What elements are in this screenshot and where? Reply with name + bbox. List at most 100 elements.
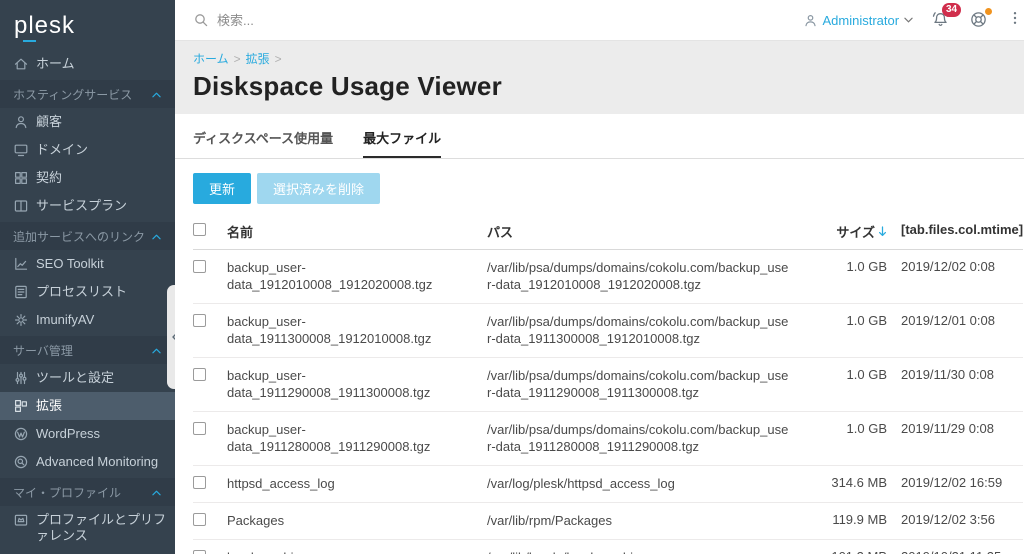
sidebar-item[interactable]: プロセスリスト [0, 278, 175, 306]
user-icon [803, 13, 818, 28]
sidebar-section-header[interactable]: 追加サービスへのリンク [0, 222, 175, 250]
sidebar-item[interactable]: ドメイン [0, 136, 175, 164]
help-notification-dot [985, 8, 992, 15]
page-header: ホーム>拡張> Diskspace Usage Viewer [175, 41, 1024, 114]
row-checkbox[interactable] [193, 260, 206, 273]
sidebar-item-label: ツールと設定 [36, 370, 114, 386]
row-checkbox[interactable] [193, 550, 206, 554]
file-name: backup_user-data_1912010008_1912020008.t… [227, 259, 487, 293]
select-all-checkbox[interactable] [193, 223, 206, 236]
page-title: Diskspace Usage Viewer [193, 71, 1023, 102]
column-header-path[interactable]: パス [487, 222, 807, 241]
topbar-actions: Administrator 34 [803, 10, 1024, 30]
sidebar-item[interactable]: プロファイルとプリファレンス [0, 506, 175, 550]
sidebar-item[interactable]: Advanced Monitoring [0, 448, 175, 476]
file-mtime: 2019/12/02 16:59 [887, 475, 1023, 490]
tab-diskspace-usage[interactable]: ディスクスペース使用量 [193, 128, 333, 158]
chevron-up-icon [152, 490, 161, 496]
sidebar-item-label: WordPress [36, 426, 100, 442]
delete-selected-button[interactable]: 選択済みを削除 [257, 173, 380, 204]
sidebar-section-header[interactable]: マイ・プロファイル [0, 478, 175, 506]
row-checkbox[interactable] [193, 513, 206, 526]
file-size: 1.0 GB [807, 367, 887, 382]
sidebar-nav: ホームホスティングサービス顧客ドメイン契約サービスプラン追加サービスへのリンク S… [0, 50, 175, 554]
sidebar-item[interactable]: WordPress [0, 420, 175, 448]
refresh-button[interactable]: 更新 [193, 173, 251, 204]
file-size: 1.0 GB [807, 313, 887, 328]
file-name: httpsd_access_log [227, 475, 487, 492]
sidebar-item-label: ホーム [36, 56, 75, 72]
sidebar-item[interactable]: 契約 [0, 164, 175, 192]
chevron-up-icon [152, 92, 161, 98]
column-header-name[interactable]: 名前 [227, 222, 487, 241]
service-plan-icon [13, 198, 29, 214]
breadcrumb-separator: > [234, 52, 241, 66]
sidebar-item-label: ドメイン [36, 142, 88, 158]
sidebar-item-label: ImunifyAV [36, 312, 94, 328]
wordpress-icon [13, 426, 29, 442]
toolbar: 更新 選択済みを削除 [175, 159, 1024, 216]
more-menu-button[interactable] [1007, 10, 1024, 30]
file-size: 314.6 MB [807, 475, 887, 490]
plesk-logo[interactable]: plesk [0, 0, 175, 50]
sidebar-section-header[interactable]: サーバ管理 [0, 336, 175, 364]
search-icon [193, 12, 209, 28]
sidebar-item[interactable]: 顧客 [0, 108, 175, 136]
app-window: plesk ホームホスティングサービス顧客ドメイン契約サービスプラン追加サービス… [0, 0, 1024, 554]
file-path: /var/log/plesk/httpsd_access_log [487, 475, 807, 492]
search-input[interactable] [217, 13, 517, 28]
sidebar-collapse-handle[interactable] [167, 285, 175, 389]
help-button[interactable] [969, 10, 989, 30]
sidebar-item[interactable]: ツールと設定 [0, 364, 175, 392]
sidebar-item-label: サービスプラン [36, 198, 127, 214]
table-row: locale-archive/usr/lib/locale/locale-arc… [193, 540, 1023, 554]
sidebar-item[interactable]: 拡張 [0, 392, 175, 420]
file-mtime: 2019/12/01 0:08 [887, 313, 1023, 328]
file-path: /var/lib/psa/dumps/domains/cokolu.com/ba… [487, 313, 807, 347]
row-checkbox[interactable] [193, 476, 206, 489]
row-checkbox[interactable] [193, 314, 206, 327]
row-checkbox[interactable] [193, 368, 206, 381]
files-table: 名前 パス サイズ [tab.files.col.mtime] backup_u… [175, 216, 1024, 554]
file-mtime: 2019/12/02 3:56 [887, 512, 1023, 527]
process-list-icon [13, 284, 29, 300]
file-path: /var/lib/psa/dumps/domains/cokolu.com/ba… [487, 259, 807, 293]
sidebar-item[interactable]: ホーム [0, 50, 175, 78]
file-size: 119.9 MB [807, 512, 887, 527]
notifications-badge: 34 [942, 3, 961, 17]
sidebar-item[interactable]: パスワード変更 [0, 550, 175, 554]
search-box[interactable] [193, 12, 803, 28]
notifications-button[interactable]: 34 [931, 10, 951, 30]
user-menu[interactable]: Administrator [803, 13, 914, 28]
table-row: backup_user-data_1912010008_1912020008.t… [193, 250, 1023, 304]
sidebar-item-label: SEO Toolkit [36, 256, 104, 272]
column-header-mtime[interactable]: [tab.files.col.mtime] [887, 222, 1023, 237]
column-header-size[interactable]: サイズ [807, 222, 887, 241]
file-path: /var/lib/rpm/Packages [487, 512, 807, 529]
sidebar-item-label: プロファイルとプリファレンス [36, 512, 167, 544]
chevron-up-icon [152, 348, 161, 354]
sidebar-item-label: 顧客 [36, 114, 62, 130]
sidebar-item[interactable]: SEO Toolkit [0, 250, 175, 278]
plesk-logo-text: plesk [14, 12, 75, 39]
file-name: backup_user-data_1911300008_1912010008.t… [227, 313, 487, 347]
file-size: 101.2 MB [807, 549, 887, 554]
file-name: locale-archive [227, 549, 487, 554]
sort-desc-icon [878, 226, 887, 237]
sidebar-section-header[interactable]: ホスティングサービス [0, 80, 175, 108]
file-mtime: 2019/11/30 0:08 [887, 367, 1023, 382]
domain-icon [13, 142, 29, 158]
sidebar-item-label: Advanced Monitoring [36, 454, 158, 470]
monitoring-icon [13, 454, 29, 470]
file-mtime: 2019/10/21 11:25 [887, 549, 1023, 554]
breadcrumb-link[interactable]: 拡張 [246, 52, 270, 66]
file-mtime: 2019/11/29 0:08 [887, 421, 1023, 436]
file-size: 1.0 GB [807, 421, 887, 436]
sidebar-item[interactable]: サービスプラン [0, 192, 175, 220]
tab-largest-files[interactable]: 最大ファイル [363, 128, 441, 158]
table-body: backup_user-data_1912010008_1912020008.t… [193, 250, 1023, 554]
row-checkbox[interactable] [193, 422, 206, 435]
sidebar-item[interactable]: ImunifyAV [0, 306, 175, 334]
file-name: Packages [227, 512, 487, 529]
breadcrumb-link[interactable]: ホーム [193, 52, 229, 66]
